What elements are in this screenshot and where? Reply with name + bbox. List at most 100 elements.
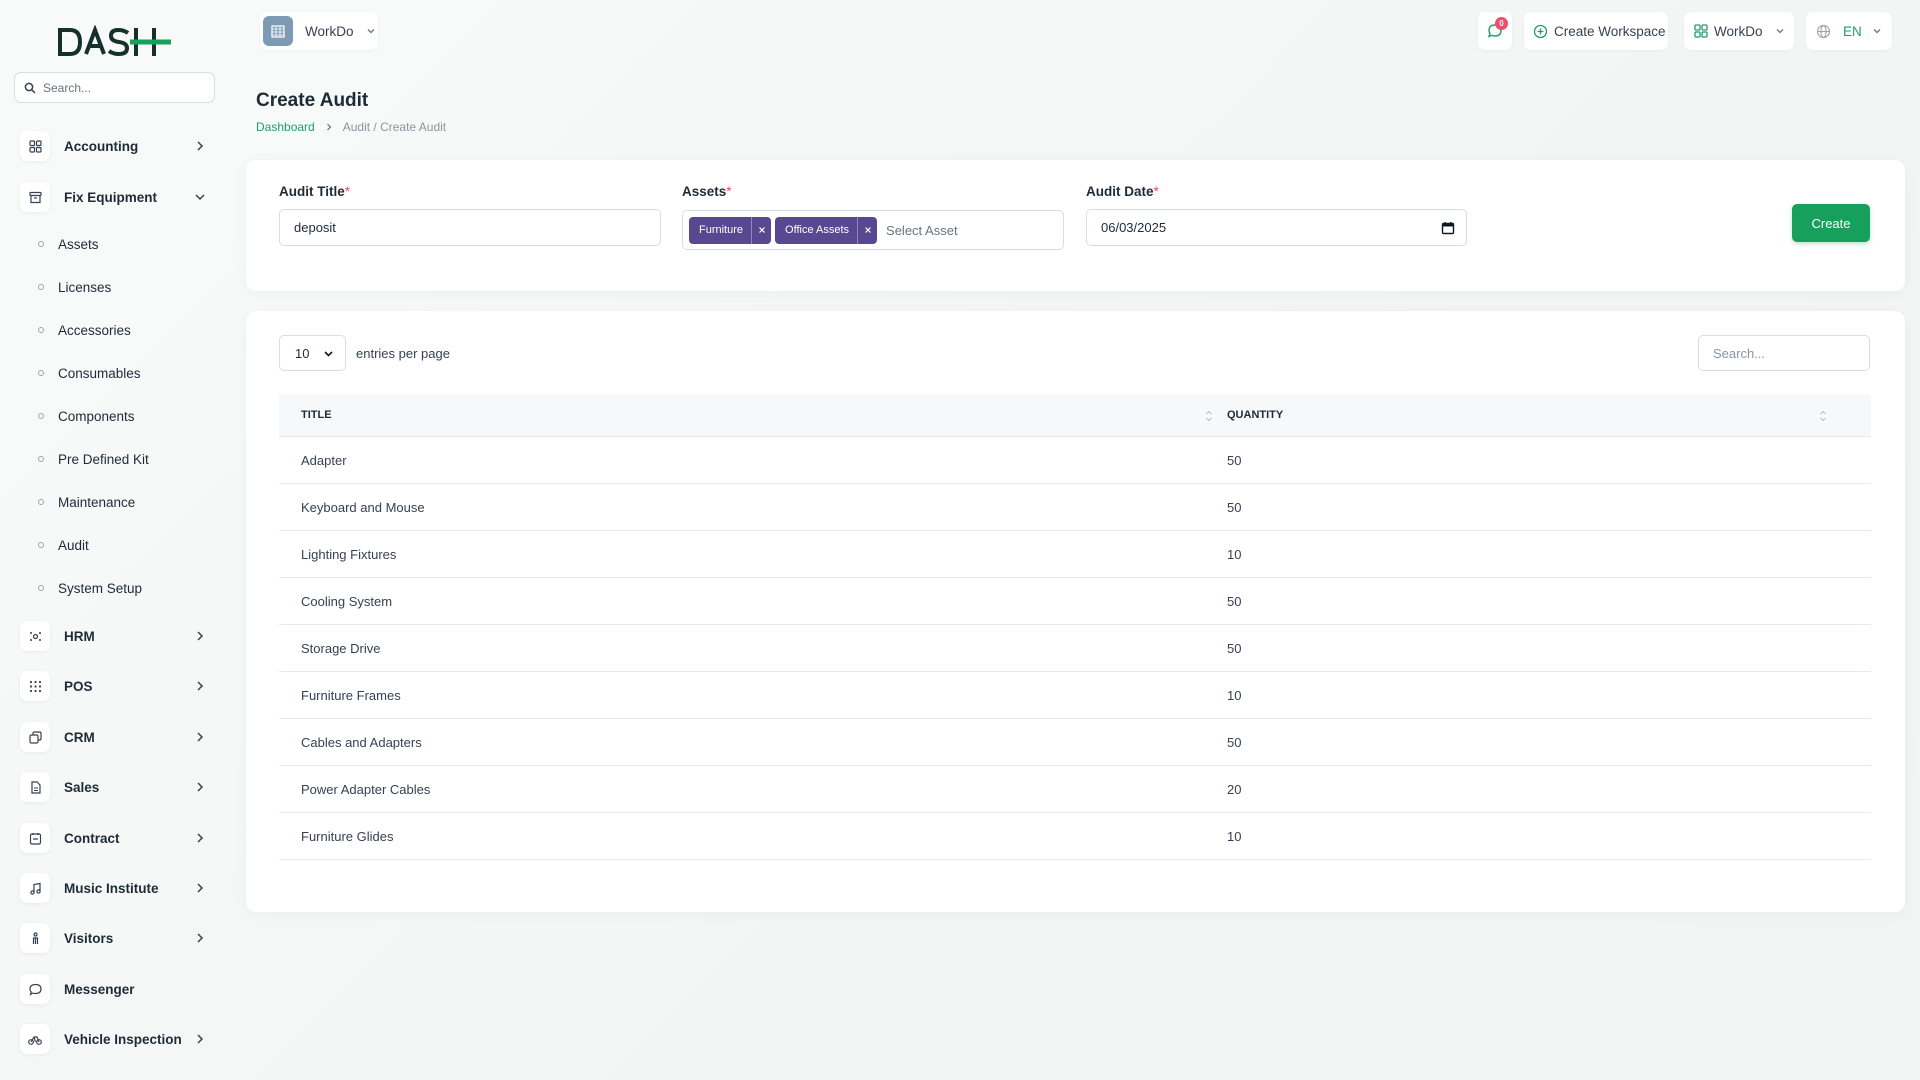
audit-title-input[interactable] bbox=[279, 209, 661, 246]
chevron-right-icon bbox=[194, 781, 206, 793]
sidebar-item-label: Visitors bbox=[64, 930, 114, 946]
chevron-right-icon bbox=[194, 1033, 206, 1045]
sidebar-subitem-consumables[interactable]: Consumables bbox=[38, 361, 141, 385]
sidebar-subitem-pre-defined-kit[interactable]: Pre Defined Kit bbox=[38, 447, 149, 471]
cell-quantity: 50 bbox=[1227, 499, 1242, 515]
breadcrumb-current: Audit / Create Audit bbox=[342, 120, 447, 134]
sidebar-item-label: Messenger bbox=[64, 981, 135, 997]
sidebar-subitem-maintenance[interactable]: Maintenance bbox=[38, 490, 135, 514]
table-row: Power Adapter Cables 20 bbox=[279, 766, 1871, 813]
sidebar-subitem-system-setup[interactable]: System Setup bbox=[38, 576, 142, 600]
sidebar-item-label: Vehicle Inspection bbox=[64, 1031, 182, 1047]
cell-title: Adapter bbox=[301, 452, 347, 468]
audit-date-input[interactable]: 06/03/2025 bbox=[1086, 209, 1467, 246]
sidebar-item-music-institute[interactable]: Music Institute bbox=[20, 868, 212, 908]
sidebar-item-pos[interactable]: POS bbox=[20, 666, 212, 706]
sidebar-subitem-licenses[interactable]: Licenses bbox=[38, 275, 111, 299]
breadcrumb-dashboard-link[interactable]: Dashboard bbox=[256, 120, 315, 134]
sidebar-item-label: CRM bbox=[64, 729, 95, 745]
sort-icon bbox=[1205, 409, 1213, 423]
workspace-switch-button[interactable]: WorkDo bbox=[1684, 12, 1794, 50]
calendar-icon[interactable] bbox=[1441, 221, 1455, 235]
sidebar-item-label: POS bbox=[64, 678, 93, 694]
cell-quantity: 10 bbox=[1227, 546, 1242, 562]
chevron-down-icon bbox=[1775, 26, 1785, 36]
sidebar-subitem-label: Assets bbox=[58, 236, 99, 252]
cell-quantity: 10 bbox=[1227, 687, 1242, 703]
archive-icon bbox=[20, 182, 50, 212]
workspace-selector[interactable]: WorkDo bbox=[260, 12, 378, 50]
assets-multiselect[interactable]: Furniture Office Assets Select Asset bbox=[682, 210, 1064, 250]
table-row: Cables and Adapters 50 bbox=[279, 719, 1871, 766]
notification-button[interactable]: 0 bbox=[1478, 12, 1512, 50]
language-label: EN bbox=[1843, 23, 1862, 39]
cell-title: Cables and Adapters bbox=[301, 734, 422, 750]
table-row: Adapter 50 bbox=[279, 437, 1871, 484]
chevron-right-icon bbox=[194, 932, 206, 944]
audit-form-card: Audit Title* Assets* Furniture Office As… bbox=[246, 160, 1905, 291]
sidebar-item-hrm[interactable]: HRM bbox=[20, 616, 212, 656]
sidebar-subitem-audit[interactable]: Audit bbox=[38, 533, 89, 557]
sidebar-subitem-label: Licenses bbox=[58, 279, 112, 295]
cell-quantity: 50 bbox=[1227, 640, 1242, 656]
required-mark: * bbox=[1153, 184, 1159, 199]
workspace-switch-label: WorkDo bbox=[1714, 23, 1763, 39]
bullet-icon bbox=[38, 370, 44, 376]
sidebar-item-label: Contract bbox=[64, 830, 120, 846]
cell-quantity: 10 bbox=[1227, 828, 1242, 844]
assets-placeholder[interactable]: Select Asset bbox=[886, 223, 958, 238]
table-row: Lighting Fixtures 10 bbox=[279, 531, 1871, 578]
sidebar-item-messenger[interactable]: Messenger bbox=[20, 969, 212, 1009]
language-selector[interactable]: EN bbox=[1806, 12, 1892, 50]
remove-chip-icon[interactable] bbox=[751, 216, 771, 244]
sidebar-item-label: Accounting bbox=[64, 138, 139, 154]
sidebar-subitem-label: Pre Defined Kit bbox=[58, 451, 149, 467]
asset-chip-label: Office Assets bbox=[785, 224, 850, 236]
required-mark: * bbox=[344, 184, 351, 199]
file-icon bbox=[20, 772, 50, 802]
sidebar-item-contract[interactable]: Contract bbox=[20, 818, 212, 858]
sidebar-subitem-components[interactable]: Components bbox=[38, 404, 135, 428]
sidebar-subitem-label: Consumables bbox=[58, 365, 141, 381]
workspace-name: WorkDo bbox=[305, 23, 354, 39]
cell-quantity: 50 bbox=[1227, 452, 1242, 468]
chevron-down-icon bbox=[366, 26, 376, 36]
remove-chip-icon[interactable] bbox=[857, 216, 877, 244]
create-button[interactable]: Create bbox=[1792, 204, 1870, 242]
sidebar-search[interactable] bbox=[14, 72, 215, 103]
entries-per-page-select[interactable]: 10 bbox=[279, 335, 346, 371]
sidebar-subitem-assets[interactable]: Assets bbox=[38, 232, 99, 256]
table-search-input[interactable] bbox=[1698, 335, 1870, 371]
users-icon bbox=[20, 621, 50, 651]
asset-chip-label: Furniture bbox=[699, 224, 744, 236]
sidebar-item-accounting[interactable]: Accounting bbox=[20, 126, 212, 166]
sidebar-item-fix-equipment[interactable]: Fix Equipment bbox=[20, 177, 212, 217]
sidebar-subitem-label: Components bbox=[58, 408, 135, 424]
audit-table-card: 10 entries per page TITLE QUANTITY Adapt… bbox=[246, 311, 1905, 912]
create-workspace-button[interactable]: Create Workspace bbox=[1524, 12, 1668, 50]
notification-badge: 0 bbox=[1495, 17, 1508, 30]
globe-icon bbox=[1816, 24, 1831, 38]
assets-label: Assets* bbox=[682, 184, 732, 199]
sidebar-subitem-accessories[interactable]: Accessories bbox=[38, 318, 131, 342]
cell-title: Lighting Fixtures bbox=[301, 546, 397, 562]
create-workspace-label: Create Workspace bbox=[1554, 23, 1666, 39]
sidebar-item-sales[interactable]: Sales bbox=[20, 767, 212, 807]
sidebar-item-crm[interactable]: CRM bbox=[20, 717, 212, 757]
workspace-avatar bbox=[263, 16, 293, 46]
layers-icon bbox=[20, 722, 50, 752]
sidebar-item-vehicle-inspection[interactable]: Vehicle Inspection bbox=[20, 1019, 212, 1059]
page-title: Create Audit bbox=[256, 90, 369, 111]
sidebar-search-input[interactable] bbox=[43, 80, 203, 95]
chevron-right-icon bbox=[194, 832, 206, 844]
column-header-label: TITLE bbox=[301, 409, 332, 421]
brand-logo[interactable] bbox=[58, 24, 173, 60]
sidebar: Accounting Fix Equipment Assets Licenses… bbox=[0, 0, 228, 1080]
chevron-down-icon bbox=[194, 191, 206, 203]
sidebar-item-visitors[interactable]: Visitors bbox=[20, 918, 212, 958]
column-header-title[interactable]: TITLE bbox=[279, 394, 1227, 437]
chevron-right-icon bbox=[194, 140, 206, 152]
asset-chip-furniture: Furniture bbox=[689, 216, 772, 244]
column-header-quantity[interactable]: QUANTITY bbox=[1227, 394, 1871, 437]
bullet-icon bbox=[38, 413, 44, 419]
